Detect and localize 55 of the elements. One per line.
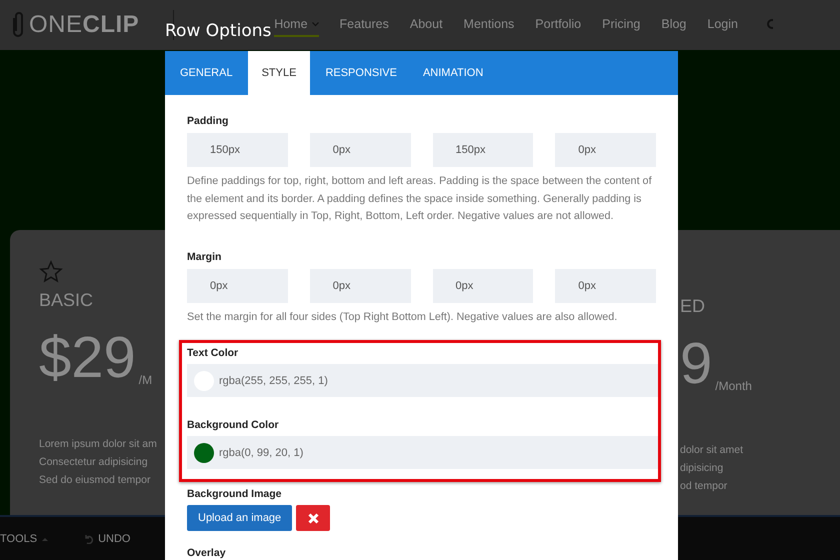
field-label: Padding xyxy=(187,115,230,127)
tab[interactable]: STYLE xyxy=(248,51,310,95)
help-text: Define paddings for top, right, bottom and left areas. Padding is the space between the content of the element and its border. A padding defines the space inside something. Generally padding is expressed sequentially in Top, Right, Bottom, Left order. Negative values are not allowed. xyxy=(187,174,653,224)
input-field[interactable]: 0px xyxy=(555,268,656,303)
caret-icon xyxy=(42,536,48,540)
field-label: Background Image xyxy=(187,488,283,500)
price-period: /Month xyxy=(715,379,752,393)
caret-icon xyxy=(312,22,319,26)
paperclip-icon xyxy=(10,10,26,40)
nav-link[interactable]: Blog xyxy=(661,13,686,37)
input-field[interactable]: 0px xyxy=(310,268,410,303)
help-text: Set the margin for all four sides (Top Right Bottom Left). Negative values are also allowed. xyxy=(187,310,618,325)
field-label: Margin xyxy=(187,250,222,263)
nav-link[interactable]: Login xyxy=(707,13,738,37)
color-field[interactable]: rgba(0, 99, 20, 1) xyxy=(187,436,658,470)
nav-link[interactable]: Features xyxy=(340,13,389,37)
nav-link[interactable]: About xyxy=(410,13,443,37)
input-field[interactable]: 150px xyxy=(187,133,288,167)
field-label: Overlay xyxy=(187,547,227,560)
plan-feature: od tempor xyxy=(680,479,728,494)
plan-price: 9 xyxy=(680,331,712,397)
tab[interactable]: GENERAL xyxy=(167,51,246,95)
input-field[interactable]: 0px xyxy=(310,133,410,167)
input-field[interactable]: 0px xyxy=(432,268,534,303)
star-icon xyxy=(39,260,63,284)
nav-link[interactable]: Portfolio xyxy=(535,13,582,37)
close-icon xyxy=(308,512,319,524)
site-logo[interactable]: ONECLIP xyxy=(29,11,140,39)
delete-button[interactable] xyxy=(296,505,330,532)
field-label: Text Color xyxy=(187,347,240,360)
undo-icon xyxy=(84,534,94,544)
field-label: Background Color xyxy=(187,419,280,432)
plan-feature: dolor sit amet xyxy=(680,443,744,458)
undo-button[interactable]: UNDO xyxy=(84,532,130,544)
plan-name: BASIC xyxy=(39,290,94,311)
color-swatch[interactable] xyxy=(194,442,214,463)
price-period: /M xyxy=(138,373,152,387)
plan-feature: Lorem ipsum dolor sit am xyxy=(39,437,158,452)
nav-link[interactable]: Mentions xyxy=(464,13,514,37)
input-field[interactable]: 0px xyxy=(555,133,656,167)
tools-menu-button[interactable]: TOOLS xyxy=(0,532,48,544)
tab[interactable]: ANIMATION xyxy=(410,51,496,95)
input-field[interactable]: 0px xyxy=(187,268,288,303)
input-field[interactable]: 150px xyxy=(432,133,534,167)
tab[interactable]: RESPONSIVE xyxy=(312,51,410,95)
color-field[interactable]: rgba(255, 255, 255, 1) xyxy=(187,364,658,398)
dialog-title: Row Options xyxy=(165,20,272,43)
upload-button[interactable]: Upload an image xyxy=(187,505,292,532)
plan-feature: Consectetur adipisicing xyxy=(39,455,149,470)
plan-feature: dipisicing xyxy=(680,461,724,476)
nav-link[interactable]: Home xyxy=(274,13,319,37)
plan-feature: Sed do eiusmod tempor xyxy=(39,473,152,488)
nav-link[interactable]: Pricing xyxy=(602,13,640,37)
plan-price: $29 xyxy=(39,325,136,391)
plan-name: ED xyxy=(680,296,706,317)
